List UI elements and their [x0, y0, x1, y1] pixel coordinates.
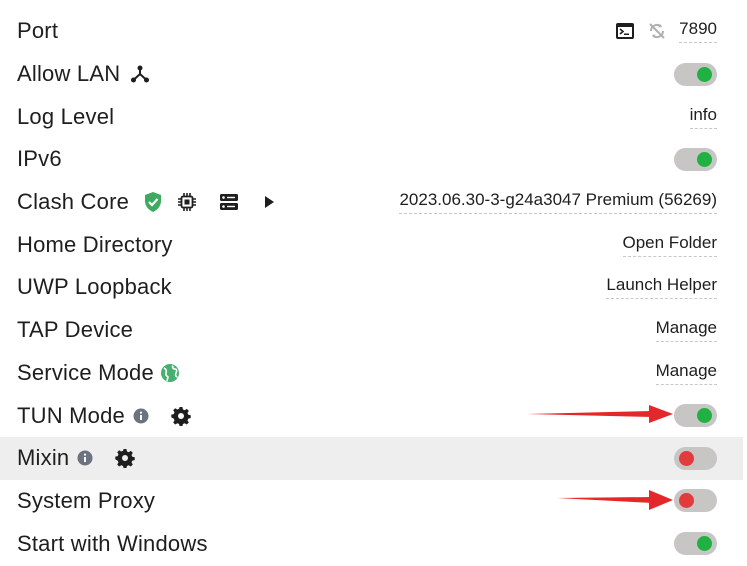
setting-row-ipv6: IPv6	[0, 138, 743, 181]
toggle-knob	[679, 450, 694, 466]
network-icon	[130, 64, 150, 84]
tun-mode-toggle[interactable]	[674, 404, 717, 428]
cpu-icon[interactable]	[177, 192, 197, 212]
allow-lan-toggle[interactable]	[674, 62, 717, 86]
setting-label-tun-mode: TUN Mode	[17, 403, 191, 429]
shield-check-icon	[143, 191, 163, 213]
setting-row-uwp-loopback: UWP Loopback Launch Helper	[0, 266, 743, 309]
setting-label-start-with-windows: Start with Windows	[17, 531, 208, 557]
setting-row-log-level: Log Level info	[0, 95, 743, 138]
setting-label-ipv6: IPv6	[17, 146, 62, 172]
allow-lan-label: Allow LAN	[17, 61, 121, 87]
setting-row-service-mode: Service Mode Manage	[0, 352, 743, 395]
play-icon[interactable]	[263, 195, 275, 209]
log-level-value[interactable]: info	[689, 105, 717, 129]
ipv6-label: IPv6	[17, 146, 62, 172]
setting-label-uwp-loopback: UWP Loopback	[17, 274, 172, 300]
setting-label-system-proxy: System Proxy	[17, 488, 155, 514]
open-folder-link[interactable]: Open Folder	[622, 233, 717, 257]
terminal-icon[interactable]	[615, 22, 635, 40]
uwp-loopback-label: UWP Loopback	[17, 274, 172, 300]
setting-label-mixin: Mixin	[17, 445, 136, 471]
globe-icon	[160, 363, 180, 383]
random-port-icon[interactable]	[647, 21, 667, 41]
toggle-knob	[697, 151, 712, 167]
toggle-knob	[697, 536, 712, 552]
clash-core-version[interactable]: 2023.06.30-3-g24a3047 Premium (56269)	[399, 190, 717, 215]
annotation-arrow-tun	[527, 405, 673, 423]
annotation-arrow-system-proxy	[557, 490, 673, 510]
mixin-label: Mixin	[17, 445, 70, 471]
start-with-windows-label: Start with Windows	[17, 530, 208, 556]
tun-mode-label: TUN Mode	[17, 402, 125, 428]
setting-row-start-with-windows: Start with Windows	[0, 522, 743, 565]
toggle-knob	[697, 66, 712, 82]
toggle-knob	[697, 408, 712, 424]
setting-row-port: Port 7890	[0, 10, 743, 53]
settings-list: Port 7890 Allow LAN Log Level info IPv6 …	[0, 10, 743, 565]
setting-label-port: Port	[17, 18, 58, 44]
setting-row-mixin: Mixin	[0, 436, 743, 480]
setting-label-home-directory: Home Directory	[17, 232, 173, 258]
ipv6-toggle[interactable]	[674, 147, 717, 171]
system-proxy-label: System Proxy	[17, 487, 156, 513]
gear-icon[interactable]	[115, 448, 136, 469]
home-directory-label: Home Directory	[17, 231, 173, 257]
launch-helper-link[interactable]: Launch Helper	[606, 275, 717, 300]
log-level-label: Log Level	[17, 103, 115, 129]
setting-row-tap-device: TAP Device Manage	[0, 309, 743, 352]
service-mode-label: Service Mode	[17, 359, 154, 385]
mixin-toggle[interactable]	[674, 446, 717, 470]
setting-label-log-level: Log Level	[17, 104, 114, 130]
clash-core-label: Clash Core	[17, 189, 130, 215]
setting-row-home-directory: Home Directory Open Folder	[0, 223, 743, 266]
info-icon[interactable]	[133, 408, 149, 424]
toggle-knob	[679, 493, 694, 509]
info-icon[interactable]	[77, 450, 93, 466]
service-manage-link[interactable]: Manage	[655, 361, 717, 385]
port-label: Port	[17, 18, 59, 44]
server-icon[interactable]	[219, 193, 239, 211]
setting-row-allow-lan: Allow LAN	[0, 53, 743, 96]
port-controls: 7890	[615, 19, 717, 44]
start-with-windows-toggle[interactable]	[674, 532, 717, 556]
setting-label-service-mode: Service Mode	[17, 360, 180, 386]
tap-device-label: TAP Device	[17, 317, 134, 343]
tap-manage-link[interactable]: Manage	[655, 318, 717, 343]
gear-icon[interactable]	[171, 406, 191, 426]
setting-row-clash-core: Clash Core 2023.06.30-3-g24a3047 Premium…	[0, 181, 743, 224]
system-proxy-toggle[interactable]	[674, 489, 717, 513]
setting-label-allow-lan: Allow LAN	[17, 61, 150, 87]
port-value[interactable]: 7890	[679, 19, 717, 44]
setting-label-tap-device: TAP Device	[17, 317, 133, 343]
setting-label-clash-core: Clash Core	[17, 189, 275, 215]
